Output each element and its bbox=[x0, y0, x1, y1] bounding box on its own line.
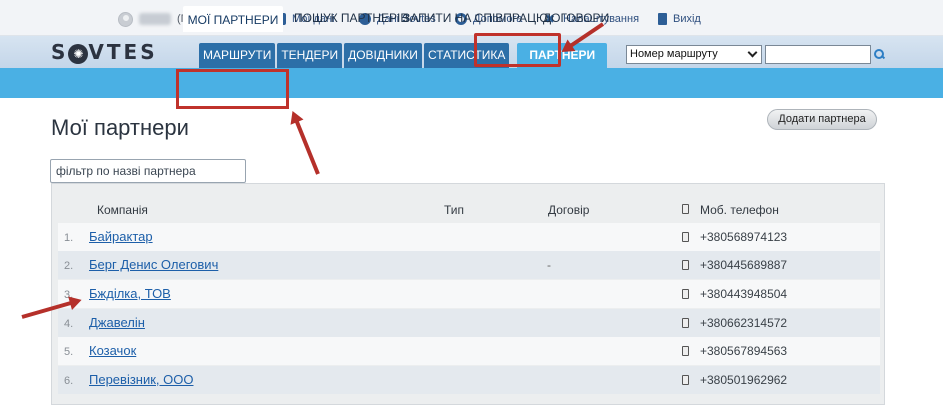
partners-highlight-box bbox=[474, 33, 561, 67]
logout-label: Вихід bbox=[673, 13, 701, 25]
logout-link[interactable]: Вихід bbox=[658, 10, 701, 28]
my-partners-highlight-box bbox=[176, 69, 289, 109]
annotation-arrow-my-partners bbox=[292, 113, 320, 175]
phone-cell: +380662314572 bbox=[700, 316, 788, 330]
avatar bbox=[118, 11, 133, 27]
company-link[interactable]: Перевізник, ООО bbox=[89, 372, 193, 387]
column-header-contract: Договір bbox=[548, 203, 590, 217]
phone-icon bbox=[682, 375, 689, 385]
phone-icon bbox=[682, 232, 689, 242]
partners-table: Компанія Тип Договір Моб. телефон 1. Бай… bbox=[51, 183, 885, 405]
add-partner-button[interactable]: Додати партнера bbox=[767, 109, 877, 130]
exit-icon bbox=[658, 13, 667, 25]
search-icon[interactable] bbox=[874, 49, 884, 59]
row-number: 1. bbox=[64, 232, 74, 244]
blurred-username bbox=[139, 13, 171, 25]
phone-icon bbox=[682, 289, 689, 299]
column-header-type: Тип bbox=[444, 203, 465, 217]
table-row: 6. Перевізник, ООО +380501962962 bbox=[58, 366, 880, 394]
table-row: 3. Бжділка, ТОВ +380443948504 bbox=[58, 280, 880, 308]
subtab-cooperation-requests[interactable]: ЗАПИТИ НА СПІВПРАЦЮ bbox=[403, 11, 548, 25]
phone-cell: +380501962962 bbox=[700, 373, 788, 387]
route-search-input[interactable] bbox=[765, 45, 871, 64]
company-link[interactable]: Бжділка, ТОВ bbox=[89, 286, 171, 301]
company-link[interactable]: Байрактар bbox=[89, 229, 153, 244]
row-number: 4. bbox=[64, 318, 74, 330]
table-row: 1. Байрактар +380568974123 bbox=[58, 223, 880, 251]
column-header-phone: Моб. телефон bbox=[700, 203, 779, 217]
partner-filter-input[interactable]: фільтр по назві партнера bbox=[50, 159, 246, 183]
phone-icon bbox=[682, 346, 689, 356]
column-header-company: Компанія bbox=[97, 203, 148, 217]
tab-routes[interactable]: МАРШРУТИ bbox=[199, 43, 276, 68]
company-link[interactable]: Берг Денис Олегович bbox=[89, 257, 218, 272]
row-number: 5. bbox=[64, 346, 74, 358]
contract-cell: - bbox=[547, 258, 551, 272]
subtab-my-partners[interactable]: МОЇ ПАРТНЕРИ bbox=[183, 6, 283, 32]
phone-icon bbox=[682, 318, 689, 328]
company-link[interactable]: Джавелін bbox=[89, 315, 145, 330]
subtab-partner-search[interactable]: ПОШУК ПАРТНЕРІВ bbox=[294, 11, 408, 25]
logo-globe-icon: ✺ bbox=[68, 44, 89, 64]
row-number: 6. bbox=[64, 375, 74, 387]
company-link[interactable]: Козачок bbox=[89, 343, 136, 358]
tab-tenders[interactable]: ТЕНДЕРИ bbox=[277, 43, 343, 68]
phone-cell: +380568974123 bbox=[700, 230, 788, 244]
tab-directories[interactable]: ДОВІДНИКИ bbox=[344, 43, 422, 68]
table-row: 2. Берг Денис Олегович - +380445689887 bbox=[58, 251, 880, 279]
route-select[interactable]: Номер маршруту bbox=[626, 45, 762, 64]
phone-cell: +380567894563 bbox=[700, 344, 788, 358]
sovtes-logo[interactable]: S ✺ VTES bbox=[51, 40, 158, 64]
row-number: 2. bbox=[64, 260, 74, 272]
table-row: 4. Джавелін +380662314572 bbox=[58, 309, 880, 337]
sub-nav bbox=[0, 68, 943, 98]
phone-cell: +380443948504 bbox=[700, 287, 788, 301]
phone-cell: +380445689887 bbox=[700, 258, 788, 272]
chevron-down-icon bbox=[747, 47, 758, 58]
phone-icon bbox=[682, 204, 689, 214]
page-title: Мої партнери bbox=[51, 115, 189, 140]
route-select-value: Номер маршруту bbox=[630, 48, 718, 60]
table-row: 5. Козачок +380567894563 bbox=[58, 337, 880, 365]
phone-icon bbox=[682, 260, 689, 270]
